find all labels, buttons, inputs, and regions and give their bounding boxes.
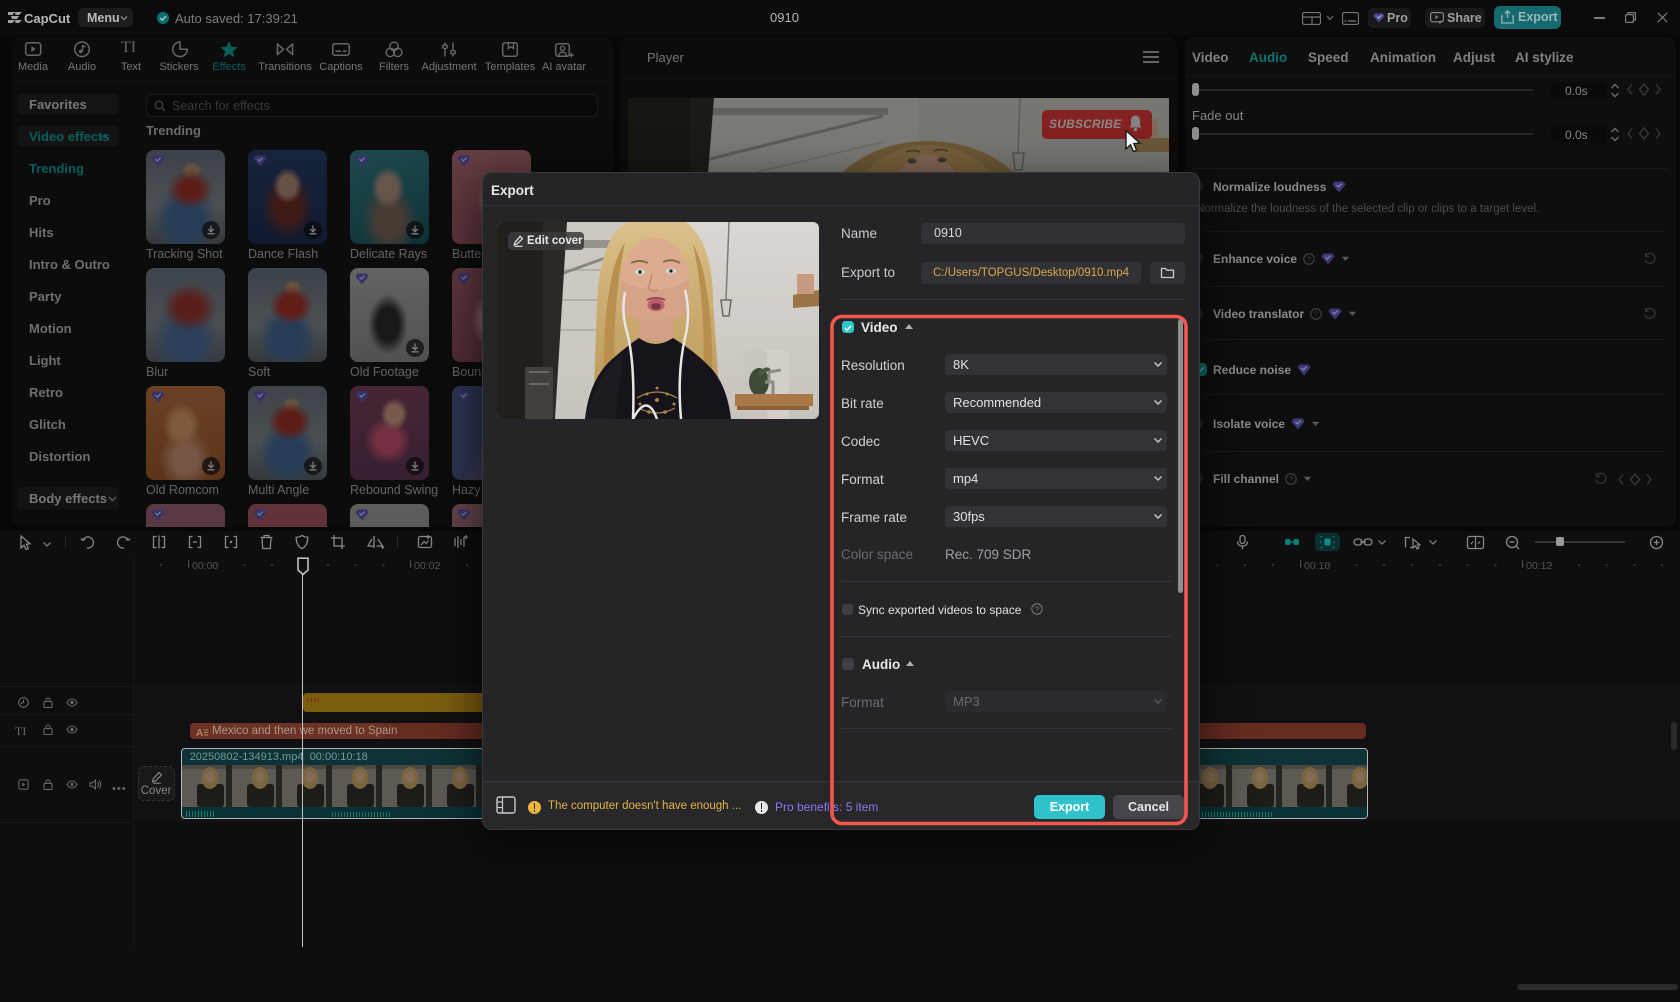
svg-text:?: ? xyxy=(1314,309,1318,318)
svg-text:A: A xyxy=(196,728,203,738)
svg-text:?: ? xyxy=(1307,254,1311,263)
svg-text:?: ? xyxy=(1289,474,1293,483)
svg-text:?: ? xyxy=(1035,605,1039,614)
